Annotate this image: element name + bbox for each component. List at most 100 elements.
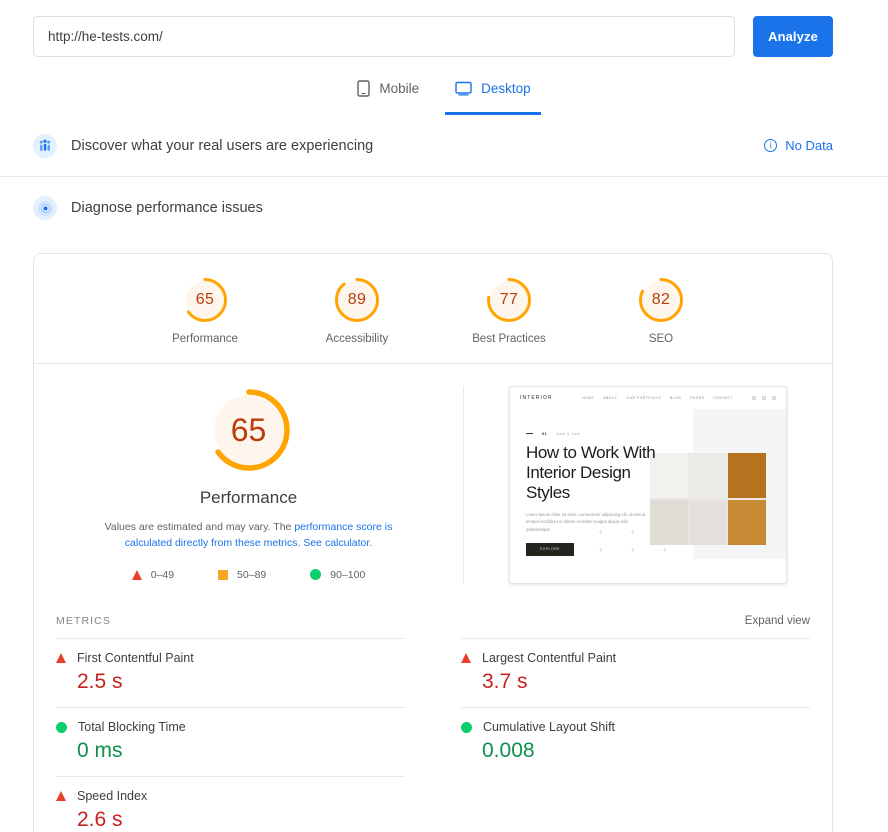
triangle-icon — [461, 653, 471, 663]
thumbnail-nav-item: OUR PORTFOLIO — [626, 396, 661, 400]
metric-value: 2.6 s — [77, 808, 123, 831]
metric-name: Largest Contentful Paint — [482, 651, 617, 665]
metrics-title: METRICS — [56, 615, 111, 627]
metric-header: Total Blocking Time — [56, 720, 405, 734]
score-seo[interactable]: 82 SEO — [611, 276, 711, 345]
social-instagram-icon — [772, 396, 776, 400]
category-scores: 65 Performance 89 Accessibility 77 Best … — [34, 254, 832, 364]
radar-icon — [33, 196, 57, 220]
metric-name: First Contentful Paint — [77, 651, 194, 665]
thumbnail-nav-item: CONTACT — [713, 396, 733, 400]
thumbnail-social-icons — [752, 396, 776, 400]
thumbnail-eyebrow-number: 01 — [542, 431, 548, 436]
gauge-seo-icon: 82 — [637, 276, 685, 324]
score-best-practices-label: Best Practices — [472, 333, 546, 345]
metric-row[interactable]: Total Blocking Time 0 ms — [56, 707, 405, 776]
lab-data-title: Diagnose performance issues — [71, 200, 263, 216]
score-seo-value: 82 — [651, 291, 671, 308]
photo-tile — [689, 499, 727, 545]
thumbnail-cta-label: EXPLORE — [540, 547, 560, 552]
legend-range-fail: 0–49 — [150, 568, 175, 581]
metric-value: 2.5 s — [77, 670, 123, 693]
plus-icon: + — [630, 527, 636, 537]
mobile-icon — [357, 79, 371, 97]
metric-row[interactable]: Cumulative Layout Shift 0.008 — [461, 707, 810, 776]
performance-description: Values are estimated and may vary. The p… — [84, 519, 414, 552]
device-tabs: Mobile Desktop — [0, 73, 888, 115]
metrics-column-left: First Contentful Paint 2.5 s Total Block… — [56, 638, 433, 832]
performance-desc-text-1: Values are estimated and may vary. The — [104, 521, 295, 533]
tab-mobile[interactable]: Mobile — [353, 73, 423, 115]
photo-tile — [689, 453, 727, 499]
gauge-performance-large-icon: 65 — [205, 386, 293, 474]
metric-row[interactable]: Largest Contentful Paint 3.7 s — [461, 638, 810, 707]
circle-icon — [310, 569, 322, 581]
metric-header: Speed Index — [56, 789, 405, 803]
field-data-title: Discover what your real users are experi… — [71, 137, 374, 154]
score-performance[interactable]: 65 Performance — [155, 276, 255, 345]
score-performance-value: 65 — [195, 291, 215, 308]
results-card: 65 Performance 89 Accessibility 77 Best … — [33, 253, 833, 832]
metric-row[interactable]: Speed Index 2.6 s — [56, 776, 405, 832]
plus-icon: + — [598, 527, 604, 537]
performance-score-value: 65 — [230, 411, 267, 448]
page-screenshot-panel: INTERIOR HOME ABOUT OUR PORTFOLIO BLOG P… — [464, 386, 832, 584]
metric-value: 3.7 s — [482, 670, 528, 693]
legend-item-fail: 0–49 — [131, 568, 175, 581]
thumbnail-nav: INTERIOR HOME ABOUT OUR PORTFOLIO BLOG P… — [510, 387, 786, 409]
legend-range-average: 50–89 — [237, 568, 267, 581]
circle-icon — [56, 721, 67, 733]
gauge-performance-icon: 65 — [181, 276, 229, 324]
thumbnail-nav-item: HOME — [582, 396, 595, 400]
thumbnail-body: 01 Kate & Jack How to Work With Interior… — [510, 409, 786, 583]
triangle-icon — [131, 569, 142, 580]
metrics-column-right: Largest Contentful Paint 3.7 s Cumulativ… — [433, 638, 810, 832]
square-icon — [218, 569, 229, 580]
metric-header: Cumulative Layout Shift — [461, 720, 810, 734]
page-screenshot-thumbnail[interactable]: INTERIOR HOME ABOUT OUR PORTFOLIO BLOG P… — [509, 386, 787, 584]
social-twitter-icon — [762, 396, 766, 400]
circle-icon — [461, 721, 472, 733]
see-calculator-link[interactable]: See calculator — [303, 537, 369, 549]
performance-desc-text-3: . — [369, 537, 373, 550]
score-accessibility[interactable]: 89 Accessibility — [307, 276, 407, 345]
dash-icon — [526, 433, 533, 434]
desktop-icon — [455, 81, 472, 96]
score-seo-label: SEO — [648, 333, 674, 345]
metric-value: 0.008 — [482, 739, 535, 762]
score-best-practices[interactable]: 77 Best Practices — [459, 276, 559, 345]
field-data-section: Discover what your real users are experi… — [0, 115, 888, 177]
legend-item-average: 50–89 — [218, 569, 266, 581]
url-input[interactable] — [33, 15, 735, 57]
plus-icon: + — [630, 545, 636, 555]
tab-mobile-label: Mobile — [379, 80, 420, 96]
plus-icon: + — [598, 545, 604, 555]
thumbnail-nav-item: PAGES — [690, 396, 705, 400]
tab-desktop-label: Desktop — [481, 80, 531, 96]
analyze-button[interactable]: Analyze — [753, 15, 833, 57]
metric-name: Total Blocking Time — [78, 720, 186, 734]
thumbnail-heading: How to Work With Interior Design Styles — [526, 443, 656, 502]
no-data-status[interactable]: i No Data — [764, 138, 833, 153]
triangle-icon — [56, 653, 66, 663]
score-accessibility-label: Accessibility — [325, 333, 389, 345]
performance-summary: 65 Performance Values are estimated and … — [34, 364, 832, 598]
metric-header: First Contentful Paint — [56, 651, 405, 665]
photo-tile — [728, 453, 766, 499]
performance-score-label: Performance — [199, 488, 298, 507]
thumbnail-eyebrow: 01 Kate & Jack — [526, 431, 676, 436]
users-chart-icon — [33, 133, 57, 158]
thumbnail-eyebrow-text: Kate & Jack — [556, 431, 581, 436]
tab-desktop[interactable]: Desktop — [445, 73, 541, 115]
lab-data-section: Diagnose performance issues — [0, 177, 888, 239]
expand-view-button[interactable]: Expand view — [745, 615, 810, 627]
gauge-best-practices-icon: 77 — [485, 276, 533, 324]
performance-summary-left: 65 Performance Values are estimated and … — [34, 386, 464, 584]
metric-value: 0 ms — [77, 739, 123, 762]
url-bar: Analyze — [0, 0, 888, 57]
legend-item-pass: 90–100 — [310, 569, 365, 581]
metric-name: Speed Index — [77, 789, 148, 803]
metric-row[interactable]: First Contentful Paint 2.5 s — [56, 638, 405, 707]
triangle-icon — [56, 791, 66, 801]
thumbnail-plus-grid: + + + + + + — [598, 527, 694, 563]
